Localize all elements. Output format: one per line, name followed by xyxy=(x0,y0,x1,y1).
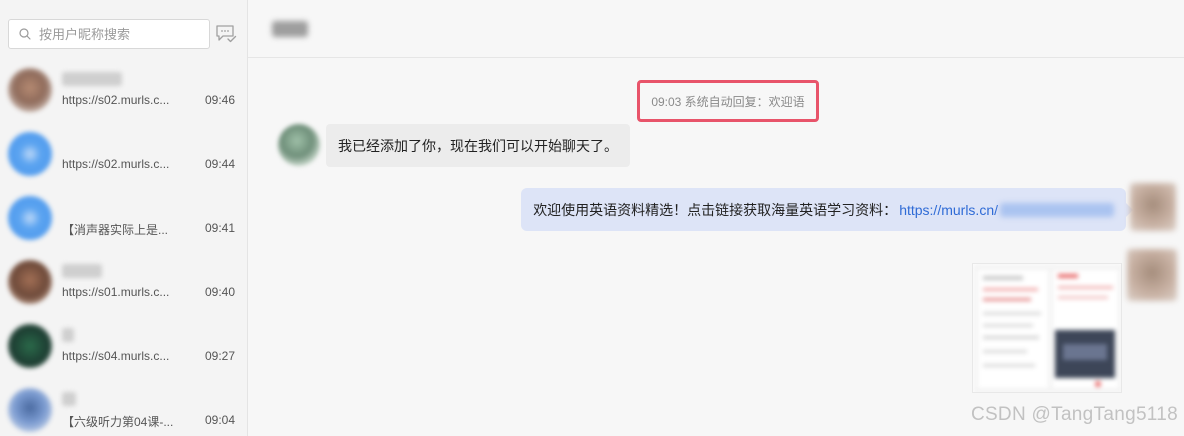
conversation-time: 09:46 xyxy=(205,93,236,107)
conversation-name-redacted xyxy=(62,392,76,406)
avatar xyxy=(8,324,52,368)
conversation-time: 09:27 xyxy=(205,349,236,363)
outgoing-message: 欢迎使用英语资料精选！点击链接获取海量英语学习资料： https://murls… xyxy=(521,188,1126,231)
conversation-name-redacted xyxy=(62,72,122,86)
conversation-time: 09:41 xyxy=(205,221,236,235)
watermark: CSDN @TangTang5118 xyxy=(970,404,1178,425)
conversation-preview: https://s02.murls.c... xyxy=(62,93,170,107)
avatar xyxy=(8,388,52,432)
conversation-preview: https://s01.murls.c... xyxy=(62,285,170,299)
avatar xyxy=(8,260,52,304)
conversation-item[interactable]: https://s04.murls.c... 09:27 xyxy=(0,314,247,378)
conversation-item[interactable]: https://s01.murls.c... 09:40 xyxy=(0,250,247,314)
conversation-time: 09:40 xyxy=(205,285,236,299)
search-input[interactable] xyxy=(39,20,207,48)
avatar xyxy=(8,132,52,176)
avatar xyxy=(8,196,52,240)
conversation-preview: 【六级听力第04课-... xyxy=(62,415,174,429)
conversation-name-redacted xyxy=(62,328,74,342)
conversation-item[interactable]: https://s02.murls.c... 09:46 xyxy=(0,58,247,122)
image-thumbnail xyxy=(973,264,1121,392)
my-avatar[interactable] xyxy=(1130,183,1176,231)
search-icon xyxy=(19,28,31,40)
conversation-name-redacted xyxy=(62,264,102,278)
conversation-list: https://s02.murls.c... 09:46 https://s02… xyxy=(0,58,247,436)
outgoing-message-text: 欢迎使用英语资料精选！点击链接获取海量英语学习资料： xyxy=(533,201,898,218)
conversation-item[interactable]: https://s02.murls.c... 09:44 xyxy=(0,122,247,186)
conversation-time: 09:04 xyxy=(205,413,236,427)
contact-avatar[interactable] xyxy=(278,124,320,166)
conversation-preview: https://s04.murls.c... xyxy=(62,349,170,363)
conversation-item[interactable]: 【六级听力第04课-... 09:04 xyxy=(0,378,247,436)
conversation-time: 09:44 xyxy=(205,157,236,171)
conversation-sidebar: https://s02.murls.c... 09:46 https://s02… xyxy=(0,0,248,436)
incoming-message: 我已经添加了你，现在我们可以开始聊天了。 xyxy=(326,124,630,167)
conversation-item[interactable]: 【消声器实际上是... 09:41 xyxy=(0,186,247,250)
chat-header xyxy=(248,0,1184,58)
link-redacted xyxy=(1000,202,1114,217)
avatar xyxy=(8,68,52,112)
conversation-preview: https://s02.murls.c... xyxy=(62,157,170,171)
chat-title-redacted xyxy=(272,21,308,37)
search-box[interactable] xyxy=(8,19,210,49)
conversation-preview: 【消声器实际上是... xyxy=(62,223,169,237)
system-auto-reply: 09:03 系统自动回复：欢迎语 xyxy=(637,80,819,122)
outgoing-message-link[interactable]: https://murls.cn/ xyxy=(899,202,998,218)
chat-panel: 09:03 系统自动回复：欢迎语 我已经添加了你，现在我们可以开始聊天了。 欢迎… xyxy=(248,0,1184,436)
image-message[interactable] xyxy=(972,263,1122,393)
message-check-icon[interactable] xyxy=(215,24,237,44)
my-avatar[interactable] xyxy=(1127,249,1177,301)
